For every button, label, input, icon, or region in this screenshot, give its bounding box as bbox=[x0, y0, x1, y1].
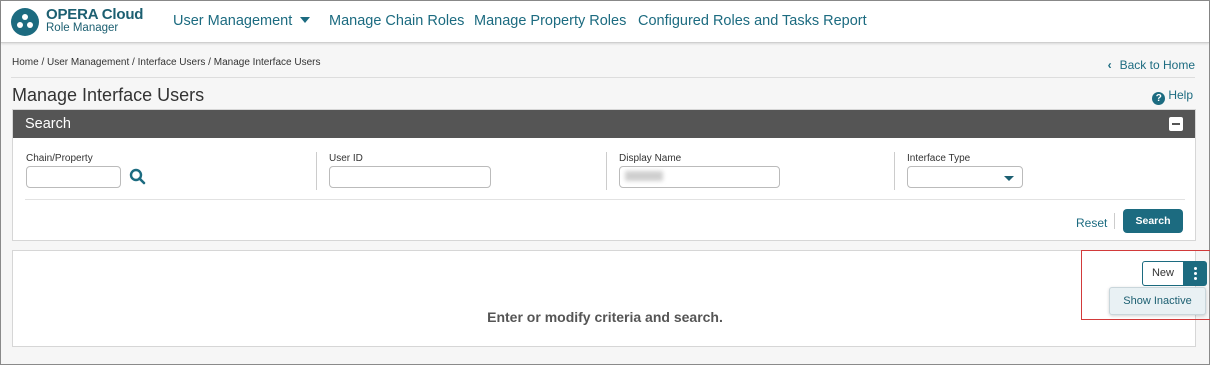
user-id-label: User ID bbox=[329, 153, 363, 164]
chain-property-label: Chain/Property bbox=[26, 153, 93, 164]
nav-configured-roles-report[interactable]: Configured Roles and Tasks Report bbox=[638, 13, 867, 29]
redacted-value bbox=[625, 171, 663, 181]
collapse-icon[interactable] bbox=[1169, 117, 1183, 131]
opera-logo-icon bbox=[11, 8, 39, 36]
field-divider bbox=[894, 152, 895, 190]
chain-property-input[interactable] bbox=[26, 166, 121, 188]
chevron-down-icon bbox=[300, 17, 311, 23]
divider bbox=[11, 77, 1195, 78]
brand-title: OPERA Cloud bbox=[46, 6, 144, 23]
help-link[interactable]: ? Help bbox=[1152, 88, 1193, 105]
divider bbox=[25, 199, 1185, 200]
display-name-label: Display Name bbox=[619, 153, 682, 164]
nav-user-management-label: User Management bbox=[173, 13, 293, 29]
nav-manage-property-roles[interactable]: Manage Property Roles bbox=[474, 13, 626, 29]
field-divider bbox=[316, 152, 317, 190]
page-title: Manage Interface Users bbox=[12, 85, 205, 105]
nav-manage-chain-roles[interactable]: Manage Chain Roles bbox=[329, 13, 464, 29]
help-label: Help bbox=[1168, 88, 1193, 102]
more-options-icon[interactable] bbox=[1184, 261, 1207, 286]
divider bbox=[1114, 213, 1115, 229]
field-divider bbox=[606, 152, 607, 190]
search-panel-header: Search bbox=[13, 110, 1195, 138]
new-button[interactable]: New bbox=[1142, 261, 1184, 286]
menu-item-show-inactive[interactable]: Show Inactive bbox=[1109, 287, 1206, 315]
search-icon[interactable] bbox=[129, 168, 146, 185]
search-panel-title: Search bbox=[25, 116, 71, 132]
search-button[interactable]: Search bbox=[1123, 209, 1183, 233]
back-to-home-link[interactable]: ‹ Back to Home bbox=[1108, 58, 1195, 72]
nav-user-management[interactable]: User Management bbox=[173, 13, 311, 29]
help-icon: ? bbox=[1152, 92, 1166, 105]
reset-button[interactable]: Reset bbox=[1076, 216, 1107, 230]
breadcrumb[interactable]: Home / User Management / Interface Users… bbox=[12, 57, 320, 68]
chevron-down-icon bbox=[1004, 176, 1014, 181]
chevron-left-icon: ‹ bbox=[1107, 58, 1112, 72]
back-to-home-label: Back to Home bbox=[1119, 58, 1195, 72]
results-panel: Enter or modify criteria and search. bbox=[12, 250, 1196, 347]
interface-type-label: Interface Type bbox=[907, 153, 971, 164]
brand-subtitle: Role Manager bbox=[46, 22, 119, 34]
empty-results-message: Enter or modify criteria and search. bbox=[487, 309, 723, 325]
search-panel: Search Chain/Property User ID Display Na… bbox=[12, 109, 1196, 241]
top-navigation-bar: OPERA Cloud Role Manager User Management… bbox=[1, 1, 1209, 43]
user-id-input[interactable] bbox=[329, 166, 491, 188]
